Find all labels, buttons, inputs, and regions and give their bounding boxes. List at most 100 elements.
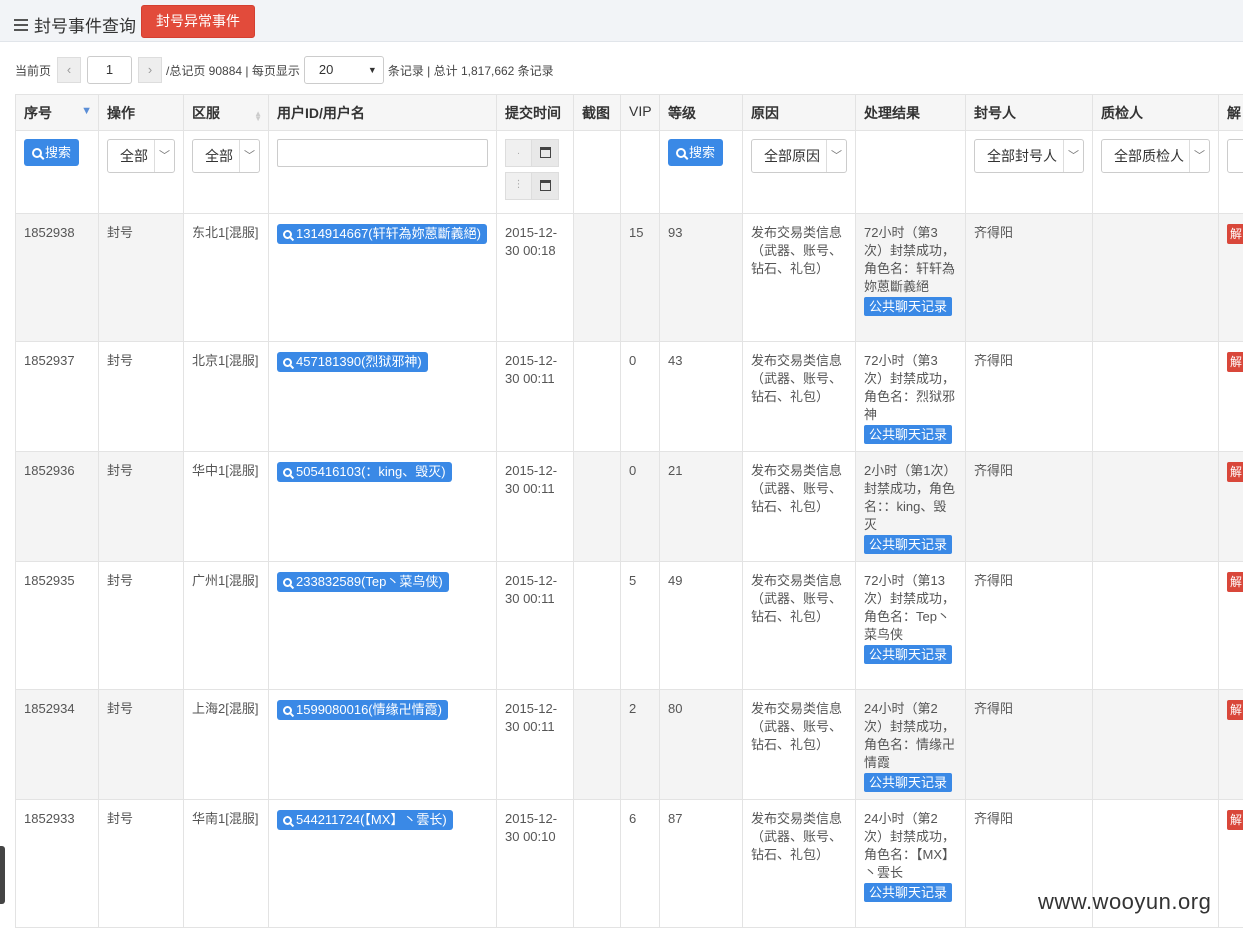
user-filter-cell — [268, 130, 497, 214]
row-zone: 华中1[混服] — [183, 451, 269, 562]
row-screenshot — [573, 689, 621, 800]
row-level: 49 — [659, 561, 743, 690]
top-bar: 封号事件查询 封号异常事件 — [0, 0, 1243, 42]
id-filter-cell: 搜索 — [15, 130, 99, 214]
user-lookup-button[interactable]: 1314914667(轩轩為妳蒽斷義絕) — [277, 224, 487, 244]
user-lookup-button[interactable]: 505416103(：king、毁灭) — [277, 462, 452, 482]
user-search-input[interactable] — [277, 139, 488, 167]
user-lookup-button[interactable]: 457181390(烈狱邪神) — [277, 352, 428, 372]
qc-filter-cell: 全部质检人 ﹀ — [1092, 130, 1219, 214]
prev-page-button[interactable]: ‹ — [57, 57, 82, 83]
row-zone: 广州1[混服] — [183, 561, 269, 690]
search-icon — [283, 468, 292, 477]
row-vip: 15 — [620, 213, 660, 342]
banner-filter-dropdown[interactable]: 全部封号人 ﹀ — [974, 139, 1084, 173]
level-search-button[interactable]: 搜索 — [668, 139, 724, 166]
next-page-button[interactable]: › — [138, 57, 163, 83]
col-header-screenshot: 截图 — [573, 94, 621, 131]
chat-log-button[interactable]: 公共聊天记录 — [864, 645, 953, 664]
chat-log-button[interactable]: 公共聊天记录 — [864, 773, 953, 792]
row-qc — [1092, 341, 1219, 452]
chevron-down-icon: ﹀ — [826, 140, 846, 172]
search-icon — [283, 578, 292, 587]
col-header-time: 提交时间 — [496, 94, 574, 131]
total-pages-text: /总记页 90884 | 每页显示 — [166, 63, 300, 78]
table-row: 1852935 封号 广州1[混服] 233832589(Tep丶菜鸟侠) 20… — [15, 561, 1243, 690]
header-row: 序号 ▼ 操作 区服 ▲ ▼ 用户ID/用户名 提交时间 截图 VIP 等级 原因 处… — [15, 94, 1243, 131]
abnormal-events-button[interactable]: 封号异常事件 — [141, 5, 255, 38]
row-zone: 华南1[混服] — [183, 799, 269, 928]
chat-log-button[interactable]: 公共聊天记录 — [864, 297, 953, 316]
col-header-reason: 原因 — [742, 94, 856, 131]
row-level: 21 — [659, 451, 743, 562]
col-header-op: 操作 — [98, 94, 184, 131]
row-reason: 发布交易类信息（武器、账号、钻石、礼包） — [742, 341, 856, 452]
chat-log-button[interactable]: 公共聊天记录 — [864, 883, 953, 902]
col-header-user: 用户ID/用户名 — [268, 94, 497, 131]
zone-filter-dropdown[interactable]: 全部 ﹀ — [192, 139, 260, 173]
row-zone: 东北1[混服] — [183, 213, 269, 342]
unban-button[interactable]: 解 — [1227, 224, 1243, 244]
current-page-label: 当前页 — [15, 63, 52, 78]
search-button[interactable]: 搜索 — [24, 139, 80, 166]
calendar-icon[interactable] — [532, 139, 559, 167]
chevron-down-icon: ﹀ — [239, 140, 259, 172]
col-header-banner: 封号人 — [965, 94, 1093, 131]
chat-log-button[interactable]: 公共聊天记录 — [864, 535, 953, 554]
row-reason: 发布交易类信息（武器、账号、钻石、礼包） — [742, 689, 856, 800]
row-time: 2015-12-30 00:11 — [496, 689, 574, 800]
row-op: 封号 — [98, 213, 184, 342]
row-qc — [1092, 451, 1219, 562]
row-time: 2015-12-30 00:11 — [496, 451, 574, 562]
row-banner: 齐得阳 — [965, 341, 1093, 452]
calendar-icon[interactable] — [532, 172, 559, 200]
row-reason: 发布交易类信息（武器、账号、钻石、礼包） — [742, 561, 856, 690]
table-row: 1852937 封号 北京1[混服] 457181390(烈狱邪神) 2015-… — [15, 341, 1243, 452]
sort-desc-icon[interactable]: ▼ — [81, 106, 92, 117]
row-time: 2015-12-30 00:11 — [496, 341, 574, 452]
row-op: 封号 — [98, 799, 184, 928]
row-level: 43 — [659, 341, 743, 452]
row-screenshot — [573, 561, 621, 690]
unban-button[interactable]: 解 — [1227, 462, 1243, 482]
start-date-picker[interactable]: . — [505, 139, 559, 167]
user-lookup-button[interactable]: 233832589(Tep丶菜鸟侠) — [277, 572, 449, 592]
col-header-zone[interactable]: 区服 ▲ ▼ — [183, 94, 269, 131]
time-filter-cell: . ⋮ — [496, 130, 574, 214]
row-id: 1852934 — [15, 689, 99, 800]
row-vip: 2 — [620, 689, 660, 800]
qc-filter-dropdown[interactable]: 全部质检人 ﹀ — [1101, 139, 1210, 173]
list-icon — [14, 18, 28, 31]
row-id: 1852933 — [15, 799, 99, 928]
per-page-select[interactable]: 20 ▼ — [303, 56, 384, 84]
unban-button[interactable]: 解 — [1227, 700, 1243, 720]
end-date-picker[interactable]: ⋮ — [505, 172, 559, 200]
row-qc — [1092, 561, 1219, 690]
row-op: 封号 — [98, 341, 184, 452]
zone-filter-cell: 全部 ﹀ — [183, 130, 269, 214]
unban-button[interactable]: 解 — [1227, 810, 1243, 830]
user-lookup-button[interactable]: 1599080016(情缘卍情霞) — [277, 700, 448, 720]
unban-filter-dropdown[interactable] — [1227, 139, 1243, 173]
col-header-id[interactable]: 序号 ▼ — [15, 94, 99, 131]
per-page-value: 20 — [318, 62, 334, 77]
row-screenshot — [573, 799, 621, 928]
unban-button[interactable]: 解 — [1227, 572, 1243, 592]
side-toggle-tab[interactable] — [0, 846, 5, 904]
unban-button[interactable]: 解 — [1227, 352, 1243, 372]
sort-icon[interactable]: ▲ ▼ — [254, 110, 262, 123]
row-banner: 齐得阳 — [965, 689, 1093, 800]
page-number-input[interactable]: 1 — [87, 56, 133, 84]
caret-down-icon: ▼ — [367, 65, 377, 75]
row-result: 2小时（第1次）封禁成功，角色名：：king、毁灭 — [864, 463, 957, 532]
row-result: 72小时（第13次）封禁成功，角色名：Tep丶菜鸟侠 — [864, 573, 956, 642]
user-lookup-button[interactable]: 544211724(【MX】丶雲长) — [277, 810, 453, 830]
chat-log-button[interactable]: 公共聊天记录 — [864, 425, 953, 444]
table-row: 1852934 封号 上海2[混服] 1599080016(情缘卍情霞) 201… — [15, 689, 1243, 800]
op-filter-dropdown[interactable]: 全部 ﹀ — [107, 139, 175, 173]
table-row: 1852936 封号 华中1[混服] 505416103(：king、毁灭) 2… — [15, 451, 1243, 562]
col-header-result: 处理结果 — [855, 94, 966, 131]
reason-filter-dropdown[interactable]: 全部原因 ﹀ — [751, 139, 847, 173]
row-vip: 6 — [620, 799, 660, 928]
row-result: 24小时（第2次）封禁成功，角色名：情缘卍情霞 — [864, 701, 956, 770]
